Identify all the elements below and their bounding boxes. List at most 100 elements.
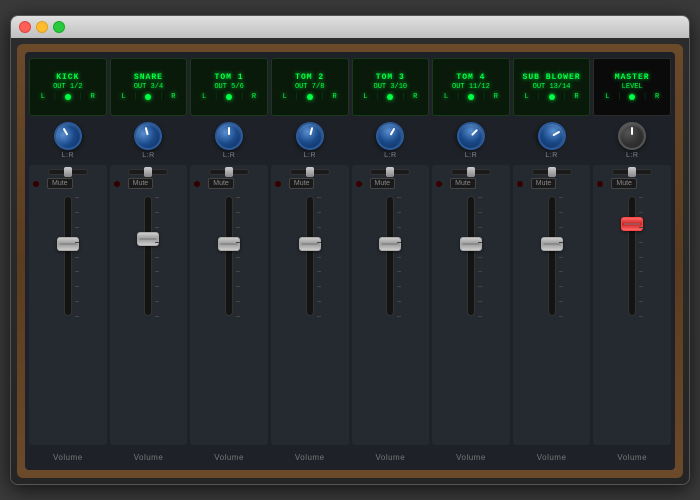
knob-master[interactable]: [618, 122, 646, 150]
fader-track[interactable]: [64, 196, 72, 316]
fader-track[interactable]: [306, 196, 314, 316]
mute-button[interactable]: Mute: [450, 178, 476, 189]
minimize-button[interactable]: [36, 21, 48, 33]
knob-tom-2[interactable]: [293, 119, 327, 153]
fader-area: [595, 192, 669, 441]
pan-slider-thumb: [225, 167, 233, 177]
fader-track[interactable]: [225, 196, 233, 316]
volume-labels-row: VolumeVolumeVolumeVolumeVolumeVolumeVolu…: [29, 449, 671, 464]
channels-row: Mute Mute Mute Mute Mute Mute: [29, 165, 671, 445]
pan-slider-track[interactable]: [532, 169, 572, 175]
lcd-panel-snare: SNARE OUT 3/4 L | | R: [110, 58, 188, 116]
fader-track[interactable]: [548, 196, 556, 316]
knob-label: L:R: [303, 152, 315, 159]
main-window: KICK OUT 1/2 L | | R SNARE OUT 3/4 L | |…: [10, 15, 690, 485]
pan-slider-track[interactable]: [451, 169, 491, 175]
lcd-r: R: [252, 93, 256, 101]
channel-strip-sub-blower: Mute: [513, 165, 591, 445]
fader-ticks: [639, 197, 643, 317]
lcd-l: L: [121, 93, 125, 101]
mute-button[interactable]: Mute: [370, 178, 396, 189]
lcd-out: OUT 13/14: [533, 83, 571, 91]
mute-button[interactable]: Mute: [47, 178, 73, 189]
knob-label: L:R: [545, 152, 557, 159]
fader-ticks: [559, 197, 563, 317]
mute-button[interactable]: Mute: [531, 178, 557, 189]
volume-label-4: Volume: [352, 453, 430, 462]
mute-button[interactable]: Mute: [611, 178, 637, 189]
knob-tom-4[interactable]: [451, 116, 491, 156]
knob-container-4: L:R: [352, 122, 430, 159]
lcd-title: SUB BLOWER: [523, 73, 581, 83]
knob-kick[interactable]: [49, 117, 87, 155]
lcd-led: [65, 94, 71, 100]
knob-sub-blower[interactable]: [532, 117, 570, 155]
pan-slider-track[interactable]: [290, 169, 330, 175]
knob-label: L:R: [626, 152, 638, 159]
fader-ticks: [236, 197, 240, 317]
knob-container-2: L:R: [190, 122, 268, 159]
lcd-r: R: [574, 93, 578, 101]
mute-led: [436, 181, 442, 187]
pan-area: [515, 169, 589, 175]
fader-area: [434, 192, 508, 441]
volume-label-3: Volume: [271, 453, 349, 462]
lcd-row: KICK OUT 1/2 L | | R SNARE OUT 3/4 L | |…: [29, 58, 671, 116]
pan-slider-track[interactable]: [612, 169, 652, 175]
knob-container-6: L:R: [513, 122, 591, 159]
fader-ticks: [317, 197, 321, 317]
channel-strip-tom-1: Mute: [190, 165, 268, 445]
pan-area: [273, 169, 347, 175]
lcd-title: TOM 2: [295, 73, 324, 83]
mixer-inner: KICK OUT 1/2 L | | R SNARE OUT 3/4 L | |…: [25, 52, 675, 470]
fader-track[interactable]: [386, 196, 394, 316]
fader-track[interactable]: [144, 196, 152, 316]
mute-button[interactable]: Mute: [128, 178, 154, 189]
lcd-panel-sub-blower: SUB BLOWER OUT 13/14 L | | R: [513, 58, 591, 116]
mute-row: Mute: [192, 178, 266, 189]
lcd-title: TOM 4: [456, 73, 485, 83]
lcd-panel-kick: KICK OUT 1/2 L | | R: [29, 58, 107, 116]
mute-led: [356, 181, 362, 187]
knob-tom-1[interactable]: [215, 122, 243, 150]
volume-label-2: Volume: [190, 453, 268, 462]
pan-slider-track[interactable]: [209, 169, 249, 175]
knob-label: L:R: [465, 152, 477, 159]
fader-ticks: [75, 197, 79, 317]
mute-led: [275, 181, 281, 187]
knob-container-7: L:R: [593, 122, 671, 159]
fader-track[interactable]: [467, 196, 475, 316]
knob-label: L:R: [384, 152, 396, 159]
pan-slider-thumb: [64, 167, 72, 177]
lcd-out: OUT 11/12: [452, 83, 490, 91]
traffic-lights: [19, 21, 65, 33]
fader-track[interactable]: [628, 196, 636, 316]
lcd-out: OUT 7/8: [295, 83, 324, 91]
lcd-r: R: [91, 93, 95, 101]
mute-button[interactable]: Mute: [208, 178, 234, 189]
knob-label: L:R: [142, 152, 154, 159]
mute-led: [597, 181, 603, 187]
pan-slider-track[interactable]: [48, 169, 88, 175]
lcd-led: [307, 94, 313, 100]
lcd-l: L: [525, 93, 529, 101]
pan-slider-track[interactable]: [370, 169, 410, 175]
mute-led: [517, 181, 523, 187]
maximize-button[interactable]: [53, 21, 65, 33]
channel-strip-snare: Mute: [110, 165, 188, 445]
knob-tom-3[interactable]: [371, 117, 409, 155]
pan-area: [354, 169, 428, 175]
lcd-l: L: [363, 93, 367, 101]
fader-area: [31, 192, 105, 441]
pan-slider-track[interactable]: [128, 169, 168, 175]
fader-area: [112, 192, 186, 441]
knob-snare[interactable]: [131, 119, 165, 153]
mute-button[interactable]: Mute: [289, 178, 315, 189]
lcd-panel-tom-1: TOM 1 OUT 5/6 L | | R: [190, 58, 268, 116]
lcd-out: OUT 1/2: [53, 83, 82, 91]
lcd-panel-tom-3: TOM 3 OUT 3/10 L | | R: [352, 58, 430, 116]
mute-led: [194, 181, 200, 187]
lcd-title: SNARE: [134, 73, 163, 83]
close-button[interactable]: [19, 21, 31, 33]
lcd-title: KICK: [56, 73, 79, 83]
